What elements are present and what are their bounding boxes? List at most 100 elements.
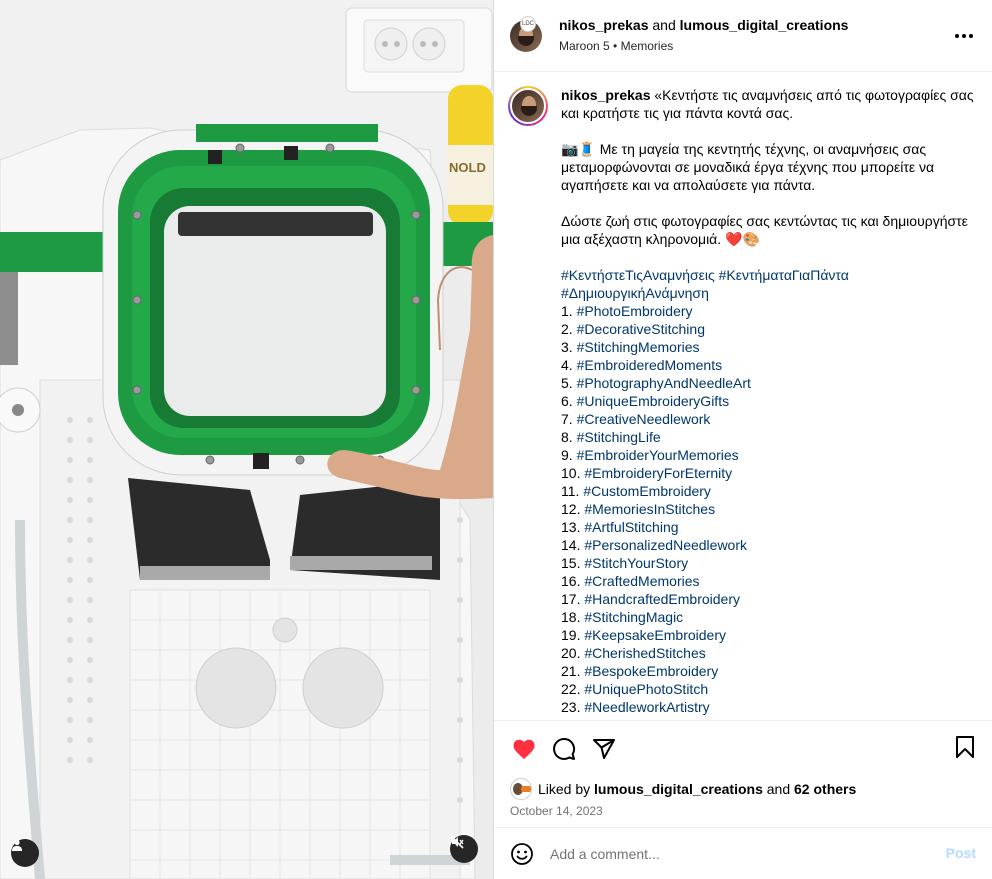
hashtag-list-item: 1. #PhotoEmbroidery [561, 302, 976, 320]
hashtag-list-item: 12. #MemoriesInStitches [561, 500, 976, 518]
hashtag-link[interactable]: #PhotographyAndNeedleArt [577, 375, 751, 391]
post-comment-button[interactable]: Post [946, 845, 976, 861]
hashtag-number: 21. [561, 663, 581, 679]
hashtag-list-item: 8. #StitchingLife [561, 428, 976, 446]
post-media[interactable]: NOLD [0, 0, 493, 879]
hashtag-list-item: 7. #CreativeNeedlework [561, 410, 976, 428]
liker-username[interactable]: lumous_digital_creations [594, 781, 763, 797]
hashtag-link[interactable]: #HandcraftedEmbroidery [584, 591, 740, 607]
comment-bar: Post [494, 827, 992, 879]
hashtag-link[interactable]: #ArtfulStitching [584, 519, 678, 535]
hashtag-list-item: 16. #CraftedMemories [561, 572, 976, 590]
comment-input[interactable] [550, 845, 910, 862]
hashtag-list-item: 19. #KeepsakeEmbroidery [561, 626, 976, 644]
post-date[interactable]: October 14, 2023 [494, 802, 992, 828]
share-icon [593, 738, 615, 759]
user-tag-icon [12, 839, 22, 851]
instagram-post: NOLD LDC nikos_prekas and lumous_digital… [0, 0, 992, 879]
post-actions [494, 720, 992, 776]
hashtag-list-item: 18. #StitchingMagic [561, 608, 976, 626]
hashtag-number: 1. [561, 303, 573, 319]
comment-icon [553, 737, 576, 760]
hashtag-link[interactable]: #PersonalizedNeedlework [584, 537, 747, 553]
hashtag-link[interactable]: #UniquePhotoStitch [584, 681, 708, 697]
hashtag-link[interactable]: #EmbroideryForEternity [584, 465, 732, 481]
likes-joiner: and [766, 781, 791, 797]
hashtag-number: 15. [561, 555, 581, 571]
like-button[interactable] [510, 735, 538, 763]
likes-others[interactable]: 62 others [794, 781, 856, 797]
hashtag-link[interactable]: #EmbroiderYourMemories [577, 447, 739, 463]
hashtag-link[interactable]: #CustomEmbroidery [583, 483, 711, 499]
caption-lead-hashtags[interactable]: #ΚεντήστεΤιςΑναμνήσεις #ΚεντήματαΓιαΠάντ… [561, 266, 976, 302]
hashtag-number: 11. [561, 483, 580, 499]
comment-button[interactable] [550, 735, 578, 763]
hashtag-list-item: 4. #EmbroideredMoments [561, 356, 976, 374]
caption-avatar[interactable] [508, 86, 548, 126]
hashtag-number: 19. [561, 627, 581, 643]
hashtag-number: 10. [561, 465, 581, 481]
mute-toggle-button[interactable] [450, 835, 478, 863]
hashtag-link[interactable]: #UniqueEmbroideryGifts [577, 393, 730, 409]
hashtag-number: 23. [561, 699, 581, 715]
caption-username[interactable]: nikos_prekas [561, 87, 651, 103]
embroidery-hoop-photo: NOLD [0, 0, 493, 879]
hashtag-list-item: 9. #EmbroiderYourMemories [561, 446, 976, 464]
hashtag-list-item: 21. #BespokeEmbroidery [561, 662, 976, 680]
hashtag-number: 16. [561, 573, 581, 589]
hashtag-link[interactable]: #KeepsakeEmbroidery [584, 627, 726, 643]
hashtag-number: 9. [561, 447, 573, 463]
hashtag-list: 1. #PhotoEmbroidery 2. #DecorativeStitchi… [561, 302, 976, 716]
svg-text:NOLD: NOLD [449, 160, 486, 175]
hashtag-number: 22. [561, 681, 581, 697]
hashtag-link[interactable]: #BespokeEmbroidery [584, 663, 718, 679]
coauthor-username[interactable]: lumous_digital_creations [680, 17, 849, 33]
caption-scroll-area[interactable]: nikos_prekas «Κεντήστε τις αναμνήσεις απ… [494, 72, 992, 720]
hashtag-link[interactable]: #PhotoEmbroidery [577, 303, 693, 319]
hashtag-number: 7. [561, 411, 573, 427]
hashtag-number: 17. [561, 591, 581, 607]
hashtag-link[interactable]: #EmbroideredMoments [577, 357, 723, 373]
author-username[interactable]: nikos_prekas [559, 17, 649, 33]
hashtag-link[interactable]: #StitchingLife [577, 429, 661, 445]
hashtag-link[interactable]: #DecorativeStitching [577, 321, 705, 337]
hashtag-link[interactable]: #StitchingMagic [584, 609, 683, 625]
emoji-icon[interactable] [510, 842, 534, 866]
hashtag-number: 14. [561, 537, 581, 553]
hashtag-link[interactable]: #StitchYourStory [584, 555, 688, 571]
hashtag-link[interactable]: #CherishedStitches [584, 645, 705, 661]
share-button[interactable] [590, 735, 618, 763]
bookmark-icon [956, 736, 974, 758]
hashtag-list-item: 3. #StitchingMemories [561, 338, 976, 356]
music-artist[interactable]: Maroon 5 [559, 39, 610, 53]
more-horizontal-icon [955, 34, 973, 38]
hashtag-list-item: 22. #UniquePhotoStitch [561, 680, 976, 698]
hashtag-number: 12. [561, 501, 581, 517]
caption-paragraph-3: Δώστε ζωή στις φωτογραφίες σας κεντώντας… [561, 213, 968, 247]
hashtag-link[interactable]: #NeedleworkArtistry [584, 699, 709, 715]
likes-prefix: Liked by [538, 781, 591, 797]
hashtag-link[interactable]: #CraftedMemories [584, 573, 699, 589]
coauthor-avatar[interactable]: LDC [520, 16, 536, 32]
caption-body: nikos_prekas «Κεντήστε τις αναμνήσεις απ… [561, 86, 976, 720]
hashtag-number: 3. [561, 339, 573, 355]
tagged-users-button[interactable] [11, 839, 39, 867]
hashtag-number: 4. [561, 357, 573, 373]
hashtag-link[interactable]: #StitchingMemories [577, 339, 700, 355]
liker-avatar[interactable] [510, 778, 532, 800]
likes-summary: Liked by lumous_digital_creations and 62… [494, 776, 992, 802]
music-song[interactable]: Memories [621, 39, 674, 53]
more-options-button[interactable] [954, 26, 974, 40]
hashtag-number: 5. [561, 375, 573, 391]
save-button[interactable] [954, 735, 976, 762]
post-side-panel: LDC nikos_prekas and lumous_digital_crea… [493, 0, 992, 879]
hashtag-link[interactable]: #MemoriesInStitches [584, 501, 715, 517]
author-joiner: and [652, 17, 676, 33]
hashtag-number: 8. [561, 429, 573, 445]
hashtag-number: 18. [561, 609, 581, 625]
hashtag-list-item: 23. #NeedleworkArtistry [561, 698, 976, 716]
heart-icon [513, 739, 535, 759]
hashtag-number: 2. [561, 321, 573, 337]
music-separator: • [613, 39, 618, 53]
hashtag-link[interactable]: #CreativeNeedlework [577, 411, 711, 427]
